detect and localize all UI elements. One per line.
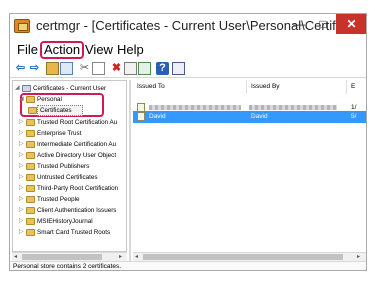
tree-item-label: MSIEHistoryJournal <box>37 218 93 225</box>
scrollbar-thumb[interactable] <box>143 254 343 260</box>
tree-item-label: Smart Card Trusted Roots <box>37 229 111 236</box>
console-tree[interactable]: ◢ Certificates - Current User ◢ Personal… <box>12 80 127 252</box>
show-tree-icon[interactable] <box>60 62 73 75</box>
redacted-issued-by <box>249 105 337 110</box>
table-row-selected[interactable]: David David 5/ <box>133 111 366 123</box>
tree-item-label: Personal <box>37 96 62 103</box>
expand-icon[interactable]: ▷ <box>19 183 25 194</box>
tree-item-enterprise-trust[interactable]: ▷ Enterprise Trust <box>19 128 126 139</box>
help-icon[interactable]: ? <box>156 62 169 75</box>
folder-icon <box>26 229 35 236</box>
column-header-issued-to[interactable]: Issued To <box>133 80 247 94</box>
expiration-cell: 5/ <box>351 113 357 120</box>
tree-item-label: Third-Party Root Certification <box>37 185 119 192</box>
column-header-issued-by[interactable]: Issued By <box>247 80 347 94</box>
certificates-store-icon <box>22 85 31 92</box>
folder-icon <box>26 141 35 148</box>
tree-item-active-directory[interactable]: ▷ Active Directory User Object <box>19 150 126 161</box>
certificate-icon <box>137 112 145 121</box>
certmgr-window: certmgr - [Certificates - Current User\P… <box>9 13 367 271</box>
folder-icon <box>26 163 35 170</box>
folder-icon <box>26 218 35 225</box>
menu-bar: File Action View Help <box>10 40 366 60</box>
folder-icon <box>26 207 35 214</box>
toolbar: ⇦ ⇨ ✂ ✖ ? <box>10 60 366 78</box>
folder-icon <box>26 130 35 137</box>
expand-icon[interactable]: ▷ <box>19 128 25 139</box>
delete-icon[interactable]: ✖ <box>110 62 123 75</box>
up-folder-icon[interactable] <box>46 62 59 75</box>
close-button[interactable]: ✕ <box>336 14 366 34</box>
tree-horizontal-scrollbar[interactable]: ◂ ▸ <box>12 252 127 261</box>
menu-help[interactable]: Help <box>114 41 147 59</box>
folder-icon <box>26 196 35 203</box>
collapse-icon[interactable]: ◢ <box>15 83 21 94</box>
issued-by-cell: David <box>251 113 268 120</box>
copy-icon[interactable] <box>92 62 105 75</box>
folder-icon <box>26 96 35 103</box>
list-horizontal-scrollbar[interactable]: ◂ ▸ <box>133 252 366 261</box>
folder-icon <box>26 119 35 126</box>
expand-icon[interactable]: ▷ <box>19 117 25 128</box>
expand-icon[interactable]: ▷ <box>19 194 25 205</box>
expand-icon[interactable]: ▷ <box>19 172 25 183</box>
tree-item-label: Trusted People <box>37 196 80 203</box>
menu-action[interactable]: Action <box>40 41 85 59</box>
certificate-list[interactable]: Issued To Issued By E 1/ David David 5/ <box>133 80 366 252</box>
menu-file[interactable]: File <box>14 41 41 59</box>
tree-item-certificates[interactable]: Certificates <box>28 105 88 116</box>
tree-item-client-auth-issuers[interactable]: ▷ Client Authentication Issuers <box>19 205 126 216</box>
certmgr-app-icon[interactable] <box>14 19 30 33</box>
tree-item-label: Enterprise Trust <box>37 130 82 137</box>
folder-icon <box>26 185 35 192</box>
expand-icon[interactable]: ▷ <box>19 216 25 227</box>
expand-icon[interactable]: ▷ <box>19 161 25 172</box>
tree-item-trusted-people[interactable]: ▷ Trusted People <box>19 194 126 205</box>
tree-item-trusted-root[interactable]: ▷ Trusted Root Certification Au <box>19 117 126 128</box>
folder-icon <box>26 174 35 181</box>
folder-icon <box>26 152 35 159</box>
scrollbar-thumb[interactable] <box>22 254 102 260</box>
issued-to-cell: David <box>149 113 166 120</box>
title-bar[interactable]: certmgr - [Certificates - Current User\P… <box>10 14 366 40</box>
tree-item-label: Client Authentication Issuers <box>37 207 117 214</box>
tree-item-label: Trusted Publishers <box>37 163 90 170</box>
folder-icon <box>28 107 37 114</box>
expand-icon[interactable]: ▷ <box>19 227 25 238</box>
maximize-button[interactable]: □ <box>312 14 334 34</box>
export-list-icon[interactable] <box>138 62 151 75</box>
expand-icon[interactable]: ▷ <box>19 150 25 161</box>
tree-item-intermediate[interactable]: ▷ Intermediate Certification Au <box>19 139 126 150</box>
tree-item-trusted-publishers[interactable]: ▷ Trusted Publishers <box>19 161 126 172</box>
tree-item-msie-history[interactable]: ▷ MSIEHistoryJournal <box>19 216 126 227</box>
cut-icon[interactable]: ✂ <box>78 62 91 75</box>
tree-item-untrusted[interactable]: ▷ Untrusted Certificates <box>19 172 126 183</box>
tree-item-smart-card-roots[interactable]: ▷ Smart Card Trusted Roots <box>19 227 126 238</box>
tree-item-label: Active Directory User Object <box>37 152 117 159</box>
tree-item-third-party-root[interactable]: ▷ Third-Party Root Certification <box>19 183 126 194</box>
collapse-icon[interactable]: ◢ <box>19 94 25 105</box>
properties-icon[interactable] <box>124 62 137 75</box>
tree-item-label: Intermediate Certification Au <box>37 141 117 148</box>
tree-item-label: Trusted Root Certification Au <box>37 119 118 126</box>
back-arrow-icon[interactable]: ⇦ <box>14 62 27 75</box>
minimize-button[interactable]: — <box>288 14 310 34</box>
tree-item-personal[interactable]: ◢ Personal <box>19 94 99 105</box>
status-bar: Personal store contains 2 certificates. <box>10 261 366 270</box>
redacted-issued-to <box>149 105 241 110</box>
menu-view[interactable]: View <box>82 41 116 59</box>
pane-splitter[interactable] <box>129 80 131 261</box>
expand-icon[interactable]: ▷ <box>19 205 25 216</box>
action-pane-icon[interactable] <box>172 62 185 75</box>
expand-icon[interactable]: ▷ <box>19 139 25 150</box>
tree-item-label: Certificates <box>40 107 72 114</box>
tree-item-label: Untrusted Certificates <box>37 174 98 181</box>
column-header-expiration[interactable]: E <box>347 80 366 94</box>
forward-arrow-icon[interactable]: ⇨ <box>28 62 41 75</box>
